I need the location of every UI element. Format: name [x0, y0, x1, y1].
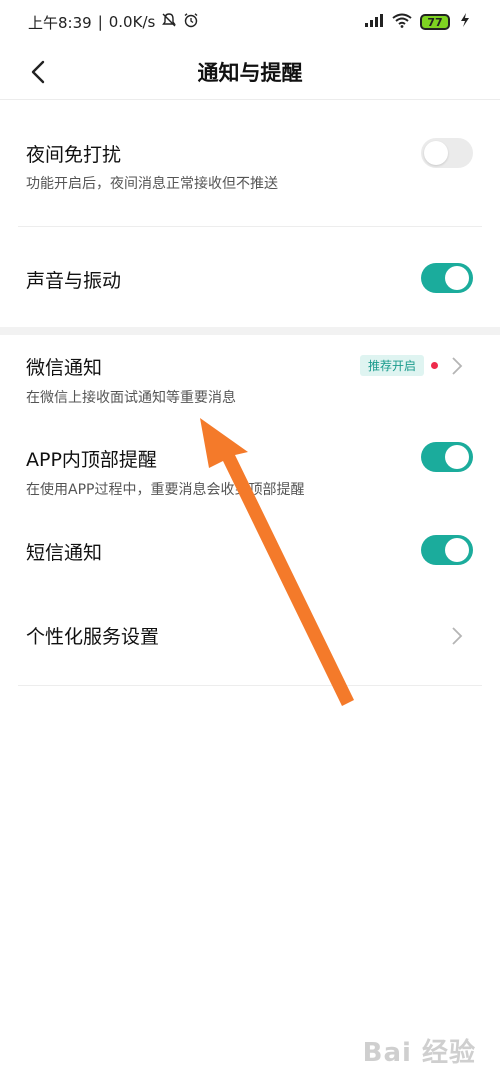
in-app-banner-toggle[interactable] — [421, 442, 473, 472]
mute-icon — [161, 12, 177, 32]
wechat-notify-subtitle: 在微信上接收面试通知等重要消息 — [26, 390, 236, 406]
back-button[interactable] — [20, 54, 56, 90]
signal-icon — [364, 13, 384, 31]
status-time: 上午8:39 — [28, 13, 92, 32]
battery-icon: 77 — [420, 14, 450, 30]
setting-row-sms-notify: 短信通知 — [0, 515, 500, 590]
watermark-logo: Bai 经验 — [362, 1038, 476, 1068]
setting-row-night-dnd: 夜间免打扰 功能开启后，夜间消息正常接收但不推送 — [0, 100, 500, 226]
in-app-banner-subtitle: 在使用APP过程中，重要消息会收到顶部提醒 — [26, 482, 305, 498]
back-arrow-icon — [31, 60, 45, 84]
red-dot — [431, 362, 438, 369]
status-separator: | — [97, 13, 103, 31]
toggle-knob — [445, 266, 469, 290]
sms-notify-toggle[interactable] — [421, 535, 473, 565]
page-title: 通知与提醒 — [197, 61, 303, 85]
sms-notify-title: 短信通知 — [26, 542, 103, 564]
in-app-banner-title: APP内顶部提醒 — [26, 449, 157, 471]
status-left: 上午8:39 | 0.0K/s — [28, 12, 199, 33]
header: 通知与提醒 — [0, 44, 500, 100]
setting-row-sound-vibration: 声音与振动 — [0, 227, 500, 327]
status-right: 77 — [364, 12, 472, 32]
toggle-knob — [445, 445, 469, 469]
chevron-right-icon — [452, 357, 463, 375]
section-gap — [0, 327, 500, 335]
night-dnd-subtitle: 功能开启后，夜间消息正常接收但不推送 — [26, 176, 278, 192]
setting-row-personalized[interactable]: 个性化服务设置 — [0, 590, 500, 685]
wifi-icon — [392, 13, 412, 32]
alarm-icon — [183, 12, 199, 32]
setting-row-wechat-notify[interactable]: 微信通知 在微信上接收面试通知等重要消息 — [0, 335, 500, 425]
chevron-right-icon — [452, 627, 463, 645]
sound-vibration-title: 声音与振动 — [26, 270, 122, 292]
personalized-title: 个性化服务设置 — [26, 626, 160, 648]
status-network-speed: 0.0K/s — [108, 13, 156, 31]
night-dnd-toggle[interactable] — [421, 138, 473, 168]
row-divider — [18, 685, 482, 686]
wechat-notify-title: 微信通知 — [26, 357, 103, 379]
recommend-badge: 推荐开启 — [359, 355, 424, 376]
setting-row-in-app-banner: APP内顶部提醒 在使用APP过程中，重要消息会收到顶部提醒 — [0, 425, 500, 515]
charging-icon — [458, 12, 472, 32]
sound-vibration-toggle[interactable] — [421, 263, 473, 293]
status-bar: 上午8:39 | 0.0K/s 77 — [0, 0, 500, 44]
night-dnd-title: 夜间免打扰 — [26, 144, 122, 166]
toggle-knob — [445, 538, 469, 562]
toggle-knob — [424, 141, 448, 165]
